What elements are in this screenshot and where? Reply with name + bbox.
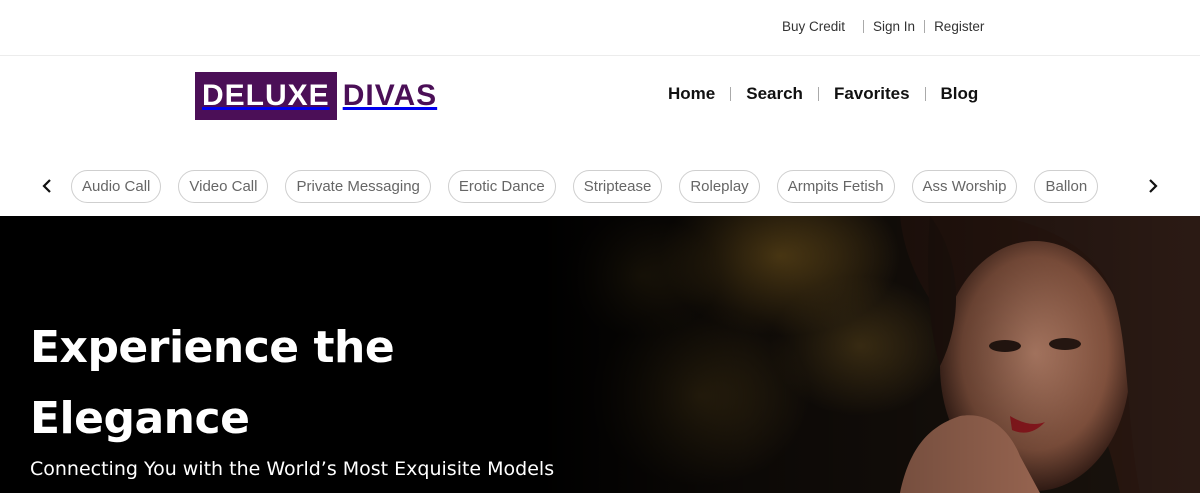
category-chip[interactable]: Video Call xyxy=(178,170,269,203)
category-carousel: Audio Call Video Call Private Messaging Ero… xyxy=(0,166,1200,210)
nav-blog[interactable]: Blog xyxy=(941,84,979,104)
logo-text-divas: DIVAS xyxy=(342,79,438,112)
buy-credit-link[interactable]: Buy Credit xyxy=(782,19,845,34)
divider xyxy=(817,87,819,101)
site-logo[interactable]: DELUXE DIVAS xyxy=(195,72,437,120)
category-chip[interactable]: Private Messaging xyxy=(285,170,431,203)
chevron-right-icon[interactable] xyxy=(1142,174,1164,198)
category-chip[interactable]: Audio Call xyxy=(71,170,162,203)
chevron-left-icon[interactable] xyxy=(36,174,58,198)
logo-text-deluxe: DELUXE xyxy=(195,72,337,120)
category-chip[interactable]: Striptease xyxy=(572,170,663,203)
nav-home[interactable]: Home xyxy=(668,84,715,104)
nav-favorites[interactable]: Favorites xyxy=(834,84,910,104)
account-links: Buy Credit Sign In Register xyxy=(782,19,984,34)
top-utility-bar: Buy Credit Sign In Register xyxy=(0,0,1200,56)
register-link[interactable]: Register xyxy=(934,19,984,34)
hero-subtitle: Connecting You with the World’s Most Exq… xyxy=(30,458,555,480)
divider xyxy=(924,87,926,101)
nav-search[interactable]: Search xyxy=(746,84,803,104)
main-navigation: Home Search Favorites Blog xyxy=(668,84,978,104)
hero-banner: Experience the Elegance Connecting You w… xyxy=(0,216,1200,493)
divider xyxy=(730,87,732,101)
divider xyxy=(924,20,926,33)
category-chip[interactable]: Roleplay xyxy=(679,170,760,203)
hero-title: Experience the Elegance xyxy=(30,322,395,444)
sign-in-link[interactable]: Sign In xyxy=(873,19,915,34)
category-chip[interactable]: Ballon xyxy=(1034,170,1099,203)
category-chip[interactable]: Armpits Fetish xyxy=(776,170,895,203)
divider xyxy=(863,20,865,33)
category-chip-list: Audio Call Video Call Private Messaging Ero… xyxy=(71,170,1135,204)
category-chip[interactable]: Erotic Dance xyxy=(447,170,556,203)
category-chip[interactable]: Ass Worship xyxy=(911,170,1018,203)
